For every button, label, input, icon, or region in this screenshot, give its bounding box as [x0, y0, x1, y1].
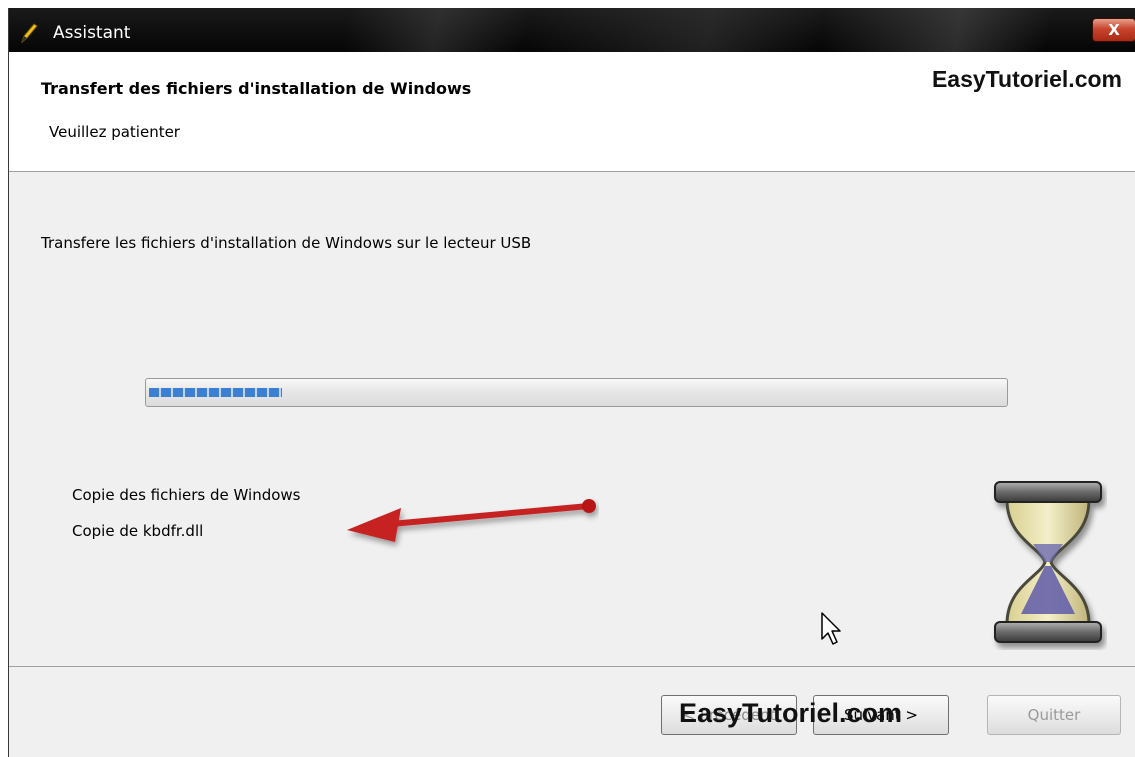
pencil-icon	[20, 23, 38, 44]
header-title: Transfert des fichiers d'installation de…	[41, 79, 472, 98]
wizard-header: Transfert des fichiers d'installation de…	[9, 52, 1135, 172]
progress-fill	[149, 388, 282, 397]
title-bar[interactable]: Assistant X	[9, 8, 1135, 52]
footer-separator	[9, 666, 1135, 667]
watermark-top: EasyTutoriel.com	[931, 66, 1122, 92]
detail-line-2: Copie de kbdfr.dll	[72, 522, 204, 540]
watermark-bottom: EasyTutoriel.com	[679, 698, 903, 728]
progress-bar	[145, 378, 1008, 407]
wizard-window: Assistant X Transfert des fichiers d'ins…	[8, 8, 1135, 757]
hourglass-icon	[994, 481, 1102, 643]
status-text: Transfere les fichiers d'installation de…	[41, 234, 532, 252]
red-arrow	[347, 499, 596, 542]
header-subtitle: Veuillez patienter	[49, 123, 180, 141]
mouse-cursor-icon	[821, 612, 841, 645]
quit-button[interactable]: Quitter	[987, 695, 1121, 735]
window-title: Assistant	[53, 23, 131, 43]
detail-line-1: Copie des fichiers de Windows	[72, 486, 301, 504]
close-button[interactable]: X	[1092, 18, 1135, 42]
